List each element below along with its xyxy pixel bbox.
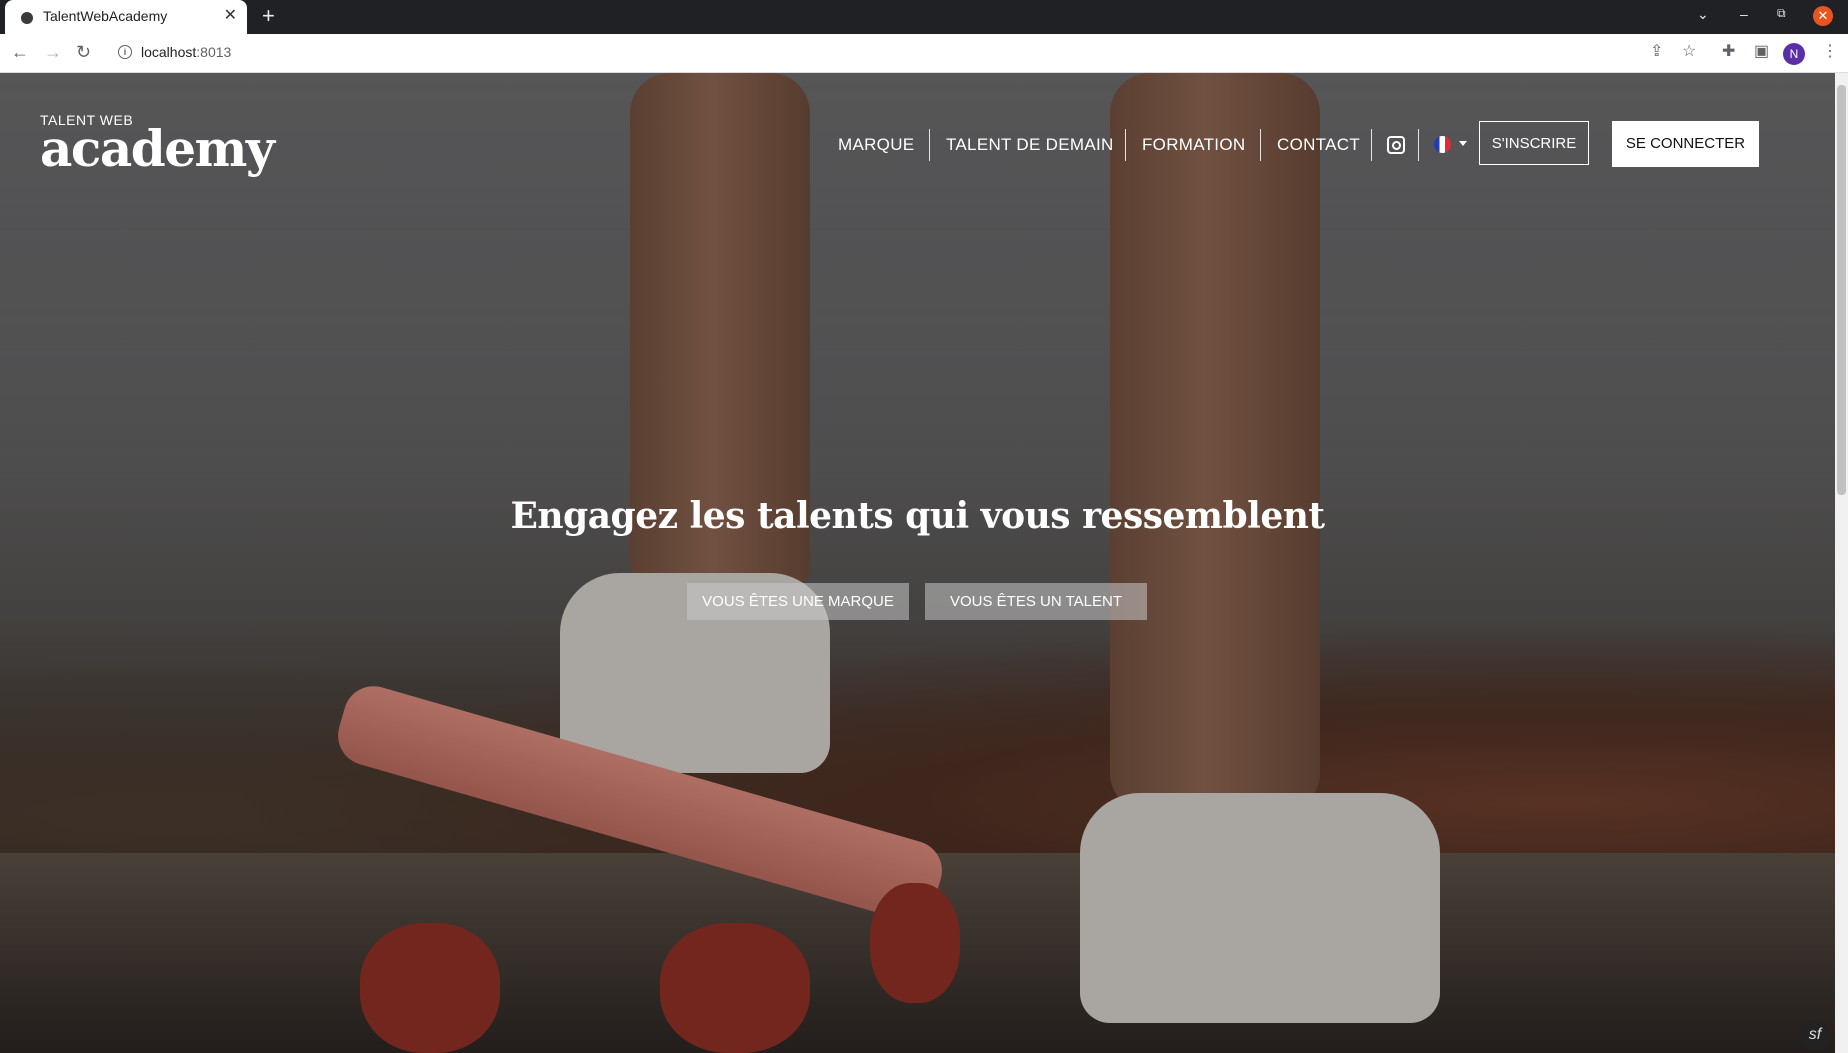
side-panel-icon[interactable]: ▣ (1754, 42, 1769, 62)
hero-background (0, 73, 1835, 1053)
hero-dark-overlay (0, 73, 1835, 1053)
french-flag-icon[interactable] (1434, 136, 1451, 153)
favicon-icon (21, 12, 33, 24)
nav-divider (1418, 129, 1419, 161)
cta-talent-button[interactable]: VOUS ÊTES UN TALENT (925, 583, 1147, 620)
page-viewport: TALENT WEB academy MARQUE TALENT DE DEMA… (0, 73, 1835, 1053)
nav-item-formation[interactable]: FORMATION (1142, 135, 1245, 155)
nav-divider (1125, 129, 1126, 161)
nav-divider (929, 129, 930, 161)
cta-brand-button[interactable]: VOUS ÊTES UNE MARQUE (687, 583, 909, 620)
nav-item-marque[interactable]: MARQUE (838, 135, 914, 155)
tab-list-icon[interactable]: ⌄ (1697, 6, 1709, 23)
browser-toolbar: ← → ↻ i localhost:8013 ⇪ ☆ ✚ ▣ N ⋮ (0, 34, 1848, 73)
back-button[interactable]: ← (11, 42, 29, 62)
login-button[interactable]: SE CONNECTER (1612, 121, 1759, 167)
nav-item-talent-de-demain[interactable]: TALENT DE DEMAIN (946, 135, 1114, 155)
tab-title: TalentWebAcademy (43, 8, 168, 24)
url-host: localhost (141, 44, 197, 60)
extensions-icon[interactable]: ✚ (1722, 42, 1735, 62)
forward-button[interactable]: → (44, 42, 62, 62)
scrollbar-thumb[interactable] (1837, 85, 1846, 495)
restore-button[interactable]: ⧉ (1777, 6, 1786, 21)
site-info-icon[interactable]: i (118, 45, 132, 59)
instagram-icon[interactable] (1387, 136, 1405, 154)
window-close-button[interactable]: ✕ (1813, 6, 1833, 26)
new-tab-button[interactable]: + (262, 4, 275, 28)
profile-avatar[interactable]: N (1783, 43, 1805, 65)
url-text: localhost:8013 (141, 44, 231, 60)
page-scrollbar[interactable] (1835, 73, 1848, 1053)
share-icon[interactable]: ⇪ (1650, 42, 1663, 62)
language-caret-icon[interactable] (1459, 141, 1467, 146)
reload-button[interactable]: ↻ (76, 42, 91, 62)
address-bar[interactable]: i localhost:8013 (108, 38, 1638, 66)
debug-toolbar-icon[interactable]: sf (1800, 1020, 1830, 1050)
nav-item-contact[interactable]: CONTACT (1277, 135, 1360, 155)
url-port: :8013 (196, 44, 232, 60)
browser-tab[interactable]: TalentWebAcademy ✕ (5, 0, 247, 34)
nav-divider (1371, 129, 1372, 161)
bookmark-star-icon[interactable]: ☆ (1682, 42, 1696, 62)
signup-button[interactable]: S'INSCRIRE (1479, 121, 1589, 165)
hero-title: Engagez les talents qui vous ressemblent (510, 495, 1325, 537)
tab-close-icon[interactable]: ✕ (224, 7, 237, 25)
browser-tab-bar: TalentWebAcademy ✕ + ⌄ – ⧉ ✕ (0, 0, 1848, 34)
nav-divider (1260, 129, 1261, 161)
minimize-button[interactable]: – (1740, 6, 1748, 22)
browser-menu-icon[interactable]: ⋮ (1822, 42, 1838, 62)
